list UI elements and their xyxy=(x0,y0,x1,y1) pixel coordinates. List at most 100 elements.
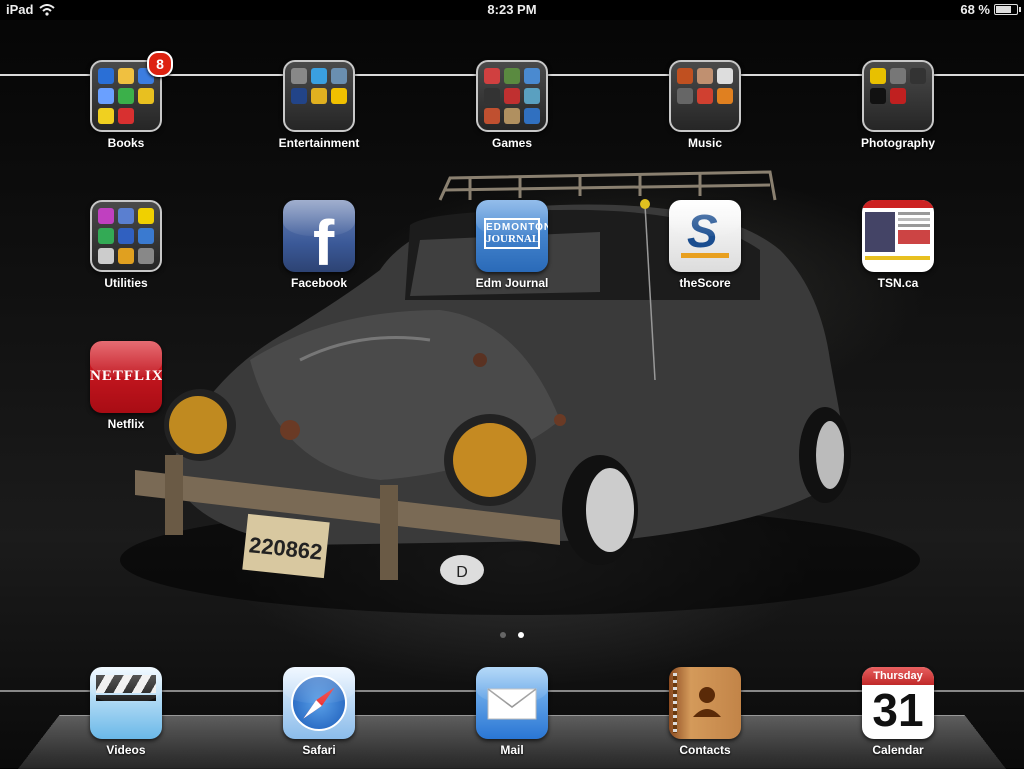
app-label: Edm Journal xyxy=(475,276,549,290)
page-dot[interactable] xyxy=(499,632,506,638)
folder-mini-app-icon xyxy=(524,68,540,84)
folder-mini-app-icon xyxy=(677,68,693,84)
folder-mini-app-icon xyxy=(118,248,134,264)
app-label: Mail xyxy=(500,743,524,757)
folder-books[interactable]: Books 8 xyxy=(56,51,196,150)
tsn-webclip-icon xyxy=(862,200,934,272)
app-facebook[interactable]: f Facebook xyxy=(249,200,389,290)
folder-mini-app-icon xyxy=(118,228,134,244)
country-badge-text: D xyxy=(456,564,468,581)
dock-app-safari[interactable]: Safari xyxy=(249,667,389,757)
folder-mini-app-icon xyxy=(717,108,733,124)
folder-entertainment[interactable]: Entertainment xyxy=(249,60,389,150)
app-label: Facebook xyxy=(290,276,347,290)
folder-preview-grid xyxy=(870,68,926,124)
folder-mini-app-icon xyxy=(291,108,307,124)
folder-label: Entertainment xyxy=(278,136,360,150)
folder-mini-app-icon xyxy=(484,68,500,84)
clock: 8:23 PM xyxy=(487,2,537,17)
contacts-book-icon xyxy=(669,667,741,739)
app-edm-journal[interactable]: EDMONTON JOURNAL Edm Journal xyxy=(442,200,582,290)
folder-mini-app-icon xyxy=(504,108,520,124)
app-tsn[interactable]: TSN.ca xyxy=(828,200,968,290)
folder-mini-app-icon xyxy=(677,108,693,124)
app-label: Contacts xyxy=(679,743,731,757)
folder-label: Games xyxy=(491,136,533,150)
folder-mini-app-icon xyxy=(870,68,886,84)
folder-mini-app-icon xyxy=(910,68,926,84)
folder-label: Photography xyxy=(861,136,935,150)
folder-mini-app-icon xyxy=(138,208,154,224)
facebook-icon: f xyxy=(283,200,355,272)
battery-percentage: 68 % xyxy=(960,2,990,17)
folder-mini-app-icon xyxy=(717,88,733,104)
folder-mini-app-icon xyxy=(890,88,906,104)
videos-icon xyxy=(90,667,162,739)
folder-mini-app-icon xyxy=(524,88,540,104)
app-label: Videos xyxy=(106,743,146,757)
folder-mini-app-icon xyxy=(311,88,327,104)
folder-mini-app-icon xyxy=(98,68,114,84)
status-bar: iPad 8:23 PM 68 % xyxy=(0,0,1024,20)
folder-mini-app-icon xyxy=(331,108,347,124)
folder-preview-grid xyxy=(484,68,540,124)
folder-preview-grid xyxy=(98,68,154,124)
safari-compass-icon xyxy=(283,667,355,739)
netflix-icon: NETFLIX xyxy=(90,341,162,413)
folder-mini-app-icon xyxy=(98,108,114,124)
notification-badge: 8 xyxy=(147,51,173,77)
folder-mini-app-icon xyxy=(138,108,154,124)
folder-mini-app-icon xyxy=(504,88,520,104)
folder-mini-app-icon xyxy=(291,88,307,104)
folder-mini-app-icon xyxy=(331,68,347,84)
folder-mini-app-icon xyxy=(697,68,713,84)
edmonton-journal-icon: EDMONTON JOURNAL xyxy=(476,200,548,272)
folder-mini-app-icon xyxy=(98,248,114,264)
page-dot-current[interactable] xyxy=(518,632,525,638)
folder-music[interactable]: Music xyxy=(635,60,775,150)
folder-mini-app-icon xyxy=(118,208,134,224)
battery-icon xyxy=(994,4,1021,15)
app-label: Calendar xyxy=(872,743,924,757)
folder-label: Music xyxy=(687,136,722,150)
folder-mini-app-icon xyxy=(98,88,114,104)
folder-mini-app-icon xyxy=(118,88,134,104)
app-thescore[interactable]: S theScore xyxy=(635,200,775,290)
app-label: Safari xyxy=(302,743,336,757)
app-netflix[interactable]: NETFLIX Netflix xyxy=(56,341,196,431)
folder-mini-app-icon xyxy=(484,108,500,124)
folder-mini-app-icon xyxy=(118,68,134,84)
app-label: Netflix xyxy=(107,417,145,431)
folder-mini-app-icon xyxy=(138,248,154,264)
page-indicator[interactable] xyxy=(0,625,1024,643)
folder-mini-app-icon xyxy=(138,88,154,104)
folder-mini-app-icon xyxy=(697,108,713,124)
calendar-icon: Thursday 31 xyxy=(862,667,934,739)
folder-mini-app-icon xyxy=(870,88,886,104)
folder-photography[interactable]: Photography xyxy=(828,60,968,150)
folder-mini-app-icon xyxy=(870,108,886,124)
folder-mini-app-icon xyxy=(291,68,307,84)
folder-mini-app-icon xyxy=(504,68,520,84)
folder-mini-app-icon xyxy=(910,88,926,104)
folder-label: Utilities xyxy=(104,276,148,290)
folder-utilities[interactable]: Utilities xyxy=(56,200,196,290)
dock-app-contacts[interactable]: Contacts xyxy=(635,667,775,757)
dock-app-calendar[interactable]: Thursday 31 Calendar xyxy=(828,667,968,757)
dock-app-videos[interactable]: Videos xyxy=(56,667,196,757)
folder-mini-app-icon xyxy=(717,68,733,84)
folder-mini-app-icon xyxy=(890,108,906,124)
app-label: theScore xyxy=(679,276,731,290)
thescore-icon: S xyxy=(669,200,741,272)
folder-mini-app-icon xyxy=(910,108,926,124)
dock-app-mail[interactable]: Mail xyxy=(442,667,582,757)
folder-preview-grid xyxy=(677,68,733,124)
folder-games[interactable]: Games xyxy=(442,60,582,150)
folder-mini-app-icon xyxy=(311,108,327,124)
folder-mini-app-icon xyxy=(331,88,347,104)
folder-mini-app-icon xyxy=(98,228,114,244)
app-label: TSN.ca xyxy=(877,276,919,290)
folder-mini-app-icon xyxy=(677,88,693,104)
folder-mini-app-icon xyxy=(138,228,154,244)
folder-preview-grid xyxy=(98,208,154,264)
